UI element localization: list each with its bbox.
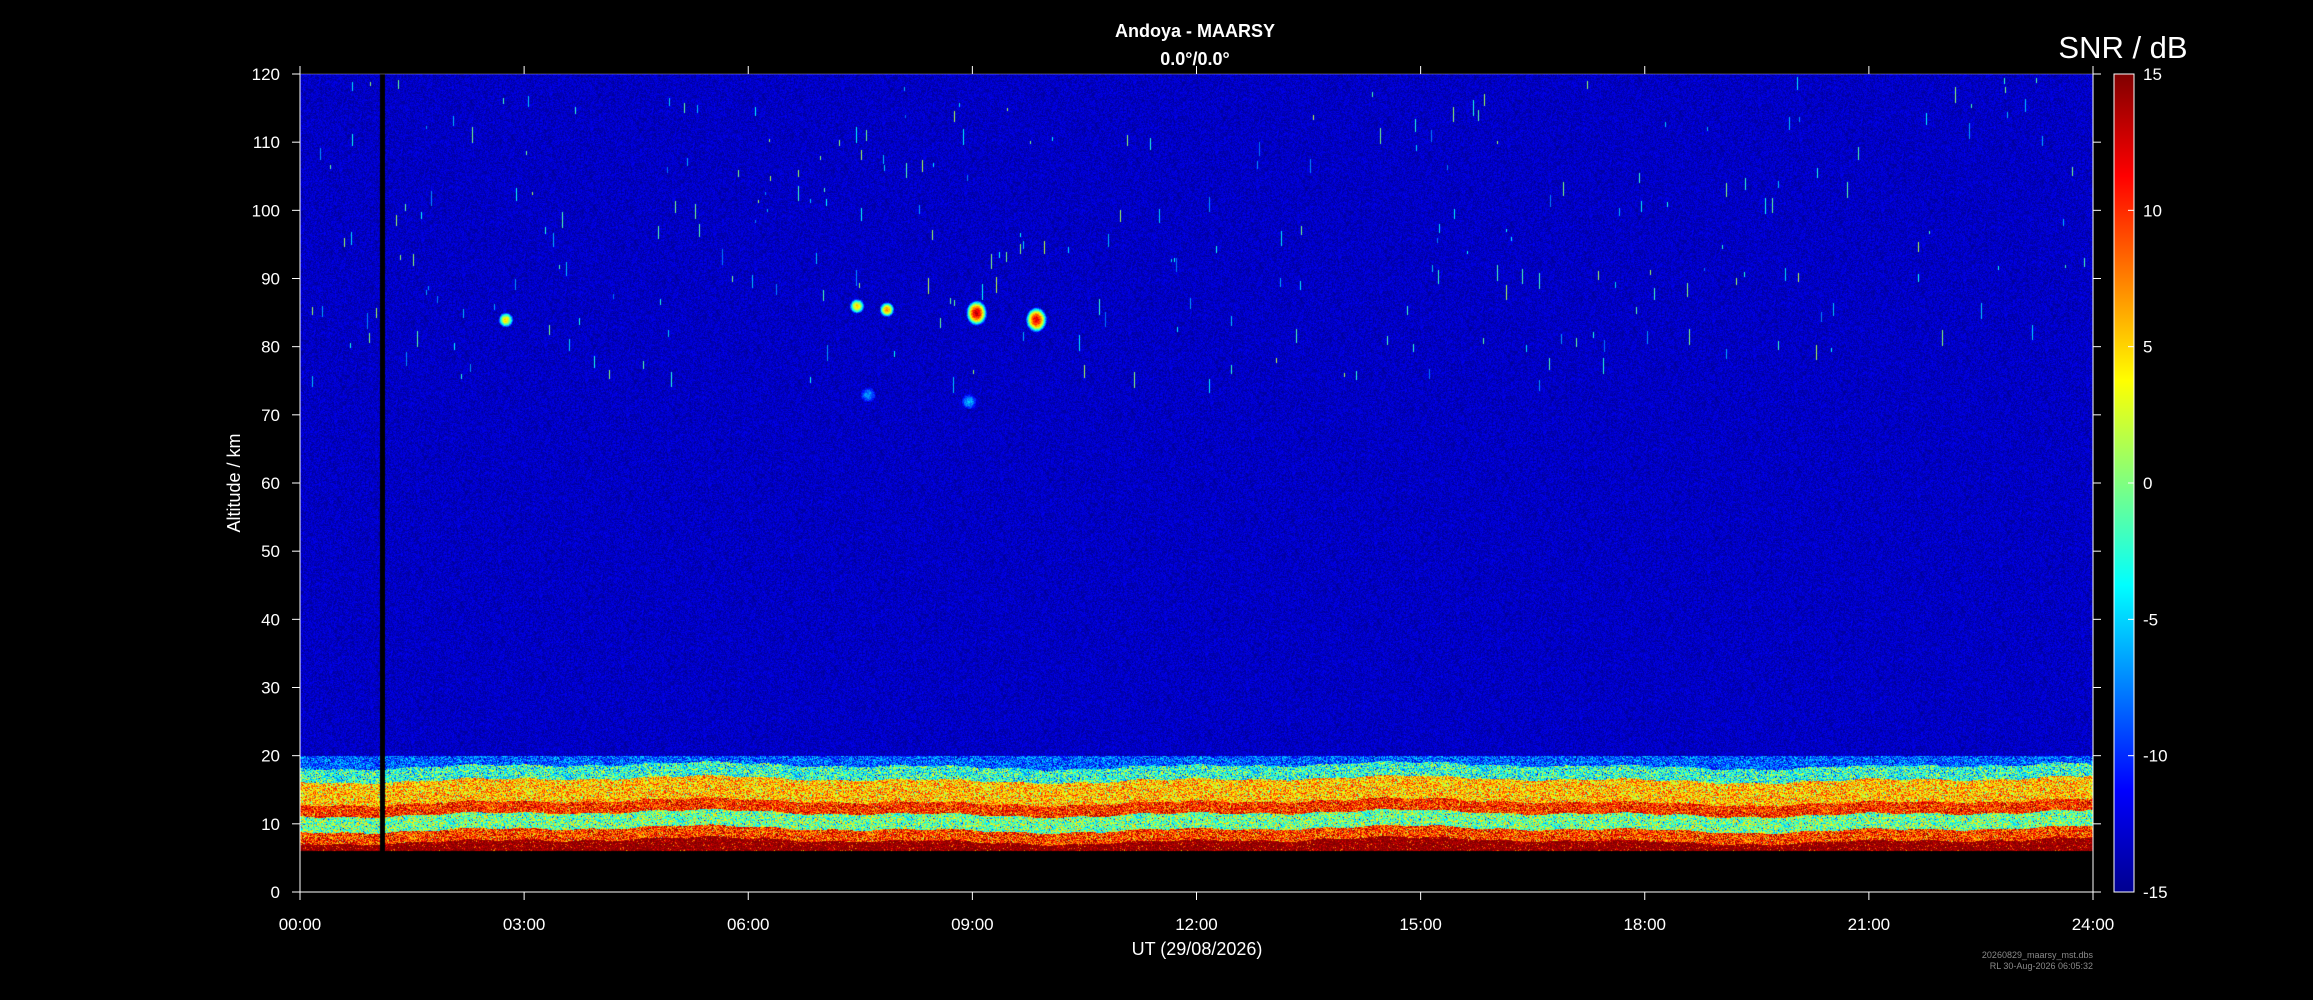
y-tick-label: 70 [261,406,280,425]
y-tick-label: 20 [261,747,280,766]
y-tick-label: 30 [261,679,280,698]
x-tick-label: 09:00 [951,915,994,934]
x-tick-label: 21:00 [1848,915,1891,934]
x-tick-label: 00:00 [279,915,322,934]
colorbar-tick-label: 5 [2143,338,2152,357]
x-axis-label: UT (29/08/2026) [1132,939,1263,959]
colorbar-tick-label: -15 [2143,883,2168,902]
y-tick-label: 90 [261,270,280,289]
colorbar-tick-label: 10 [2143,201,2162,220]
chart-subtitle: 0.0°/0.0° [1160,49,1229,69]
y-tick-label: 0 [271,883,280,902]
chart-title: Andoya - MAARSY [1115,21,1275,41]
y-tick-label: 40 [261,610,280,629]
y-tick-label: 80 [261,338,280,357]
x-tick-label: 12:00 [1175,915,1218,934]
x-tick-label: 15:00 [1399,915,1442,934]
colorbar-tick-label: -5 [2143,610,2158,629]
x-tick-label: 03:00 [503,915,546,934]
footer-filename: 20260829_maarsy_mst.dbs [1982,950,2094,960]
colorbar-tick-label: 0 [2143,474,2152,493]
y-tick-label: 10 [261,815,280,834]
y-tick-label: 120 [252,65,280,84]
snr-heatmap-canvas [300,74,2093,892]
y-tick-label: 50 [261,542,280,561]
y-tick-label: 100 [252,201,280,220]
y-tick-label: 110 [253,133,280,152]
colorbar-label: SNR / dB [2058,30,2187,65]
y-axis-label: Altitude / km [224,433,244,532]
x-tick-label: 18:00 [1623,915,1666,934]
x-tick-label: 06:00 [727,915,770,934]
heatmap-area [300,74,2093,892]
colorbar-tick-label: -10 [2143,747,2168,766]
y-tick-label: 60 [261,474,280,493]
footer-timestamp: RL 30-Aug-2026 06:05:32 [1990,961,2093,971]
maarsy-snr-plot: Andoya - MAARSY 0.0°/0.0° 00:00 03:00 06:0… [0,0,2313,1000]
colorbar-tick-label: 15 [2143,65,2162,84]
x-tick-label: 24:00 [2072,915,2115,934]
